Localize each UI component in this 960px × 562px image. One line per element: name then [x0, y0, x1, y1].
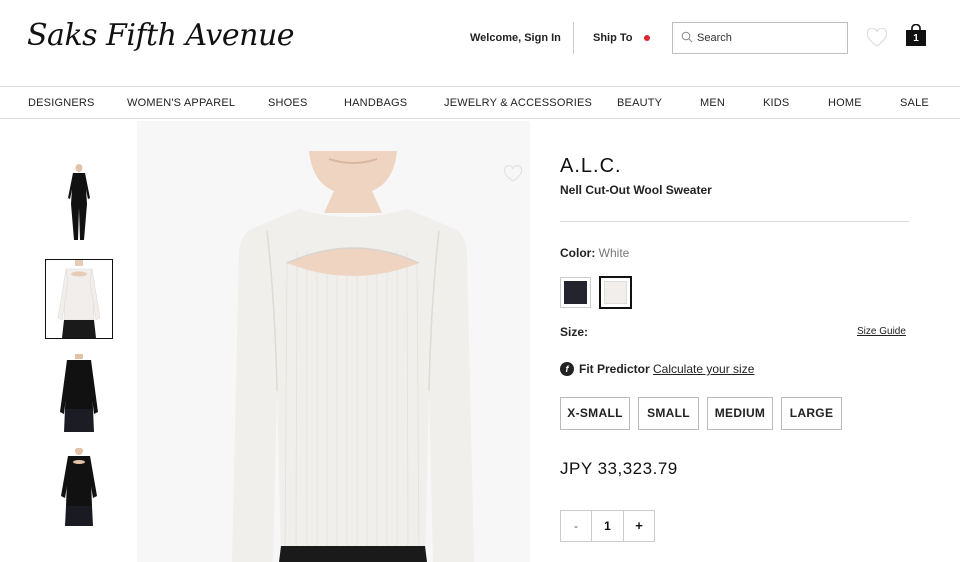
nav-womens-apparel[interactable]: WOMEN'S APPAREL — [127, 97, 235, 109]
nav-designers[interactable]: DESIGNERS — [28, 97, 95, 109]
thumbnail-black-full[interactable] — [46, 164, 112, 242]
nav-men[interactable]: MEN — [700, 97, 725, 109]
fit-predictor-label: Fit Predictor — [579, 362, 650, 376]
product-brand[interactable]: A.L.C. — [560, 155, 622, 178]
swatch-black-fill — [564, 281, 587, 304]
main-product-image[interactable] — [137, 121, 530, 562]
search-icon[interactable] — [681, 31, 693, 43]
welcome-sign-in-link[interactable]: Welcome, Sign In — [470, 32, 561, 44]
wishlist-heart-icon[interactable] — [866, 28, 888, 48]
size-guide-link[interactable]: Size Guide — [857, 326, 906, 337]
site-header: Saks Fifth Avenue Welcome, Sign In Ship … — [0, 0, 960, 86]
thumbnail-black-top[interactable] — [46, 354, 112, 432]
color-row: Color: White — [560, 246, 629, 260]
search-box[interactable] — [672, 22, 848, 54]
quantity-stepper: - 1 + — [560, 510, 655, 542]
quantity-decrease-button[interactable]: - — [561, 511, 592, 541]
ship-to-link[interactable]: Ship To — [593, 32, 633, 44]
saks-logo[interactable]: Saks Fifth Avenue — [27, 18, 295, 53]
search-input[interactable] — [697, 29, 842, 47]
product-name: Nell Cut-Out Wool Sweater — [560, 183, 712, 197]
quantity-increase-button[interactable]: + — [623, 511, 654, 541]
nav-handbags[interactable]: HANDBAGS — [344, 97, 407, 109]
thumbnail-white-top[interactable] — [45, 259, 113, 339]
size-button-xsmall[interactable]: X-SMALL — [560, 397, 630, 430]
nav-kids[interactable]: KIDS — [763, 97, 789, 109]
swatch-black[interactable] — [560, 277, 591, 308]
size-button-large[interactable]: LARGE — [781, 397, 842, 430]
nav-sale[interactable]: SALE — [900, 97, 929, 109]
size-button-medium[interactable]: MEDIUM — [707, 397, 773, 430]
nav-shoes[interactable]: SHOES — [268, 97, 308, 109]
favorite-heart-icon[interactable] — [503, 165, 523, 183]
fit-predictor-icon: f — [560, 362, 574, 376]
color-value: White — [598, 246, 630, 260]
bag-count-badge: 1 — [913, 33, 919, 44]
ship-to-flag-icon[interactable] — [644, 35, 650, 41]
nav-beauty[interactable]: BEAUTY — [617, 97, 662, 109]
swatch-white[interactable] — [599, 276, 632, 309]
thumbnail-black-cutout[interactable] — [46, 448, 112, 526]
nav-home[interactable]: HOME — [828, 97, 862, 109]
calculate-size-link[interactable]: Calculate your size — [653, 362, 754, 376]
swatch-white-fill — [604, 281, 627, 304]
product-price: JPY 33,323.79 — [560, 459, 678, 478]
color-label: Color: — [560, 246, 596, 260]
info-divider — [560, 221, 909, 222]
quantity-value[interactable]: 1 — [592, 511, 623, 541]
size-label: Size: — [560, 325, 589, 339]
main-nav: DESIGNERS WOMEN'S APPAREL SHOES HANDBAGS… — [0, 86, 960, 119]
size-button-small[interactable]: SMALL — [638, 397, 699, 430]
header-divider — [573, 22, 574, 54]
nav-jewelry-accessories[interactable]: JEWELRY & ACCESSORIES — [444, 97, 592, 109]
